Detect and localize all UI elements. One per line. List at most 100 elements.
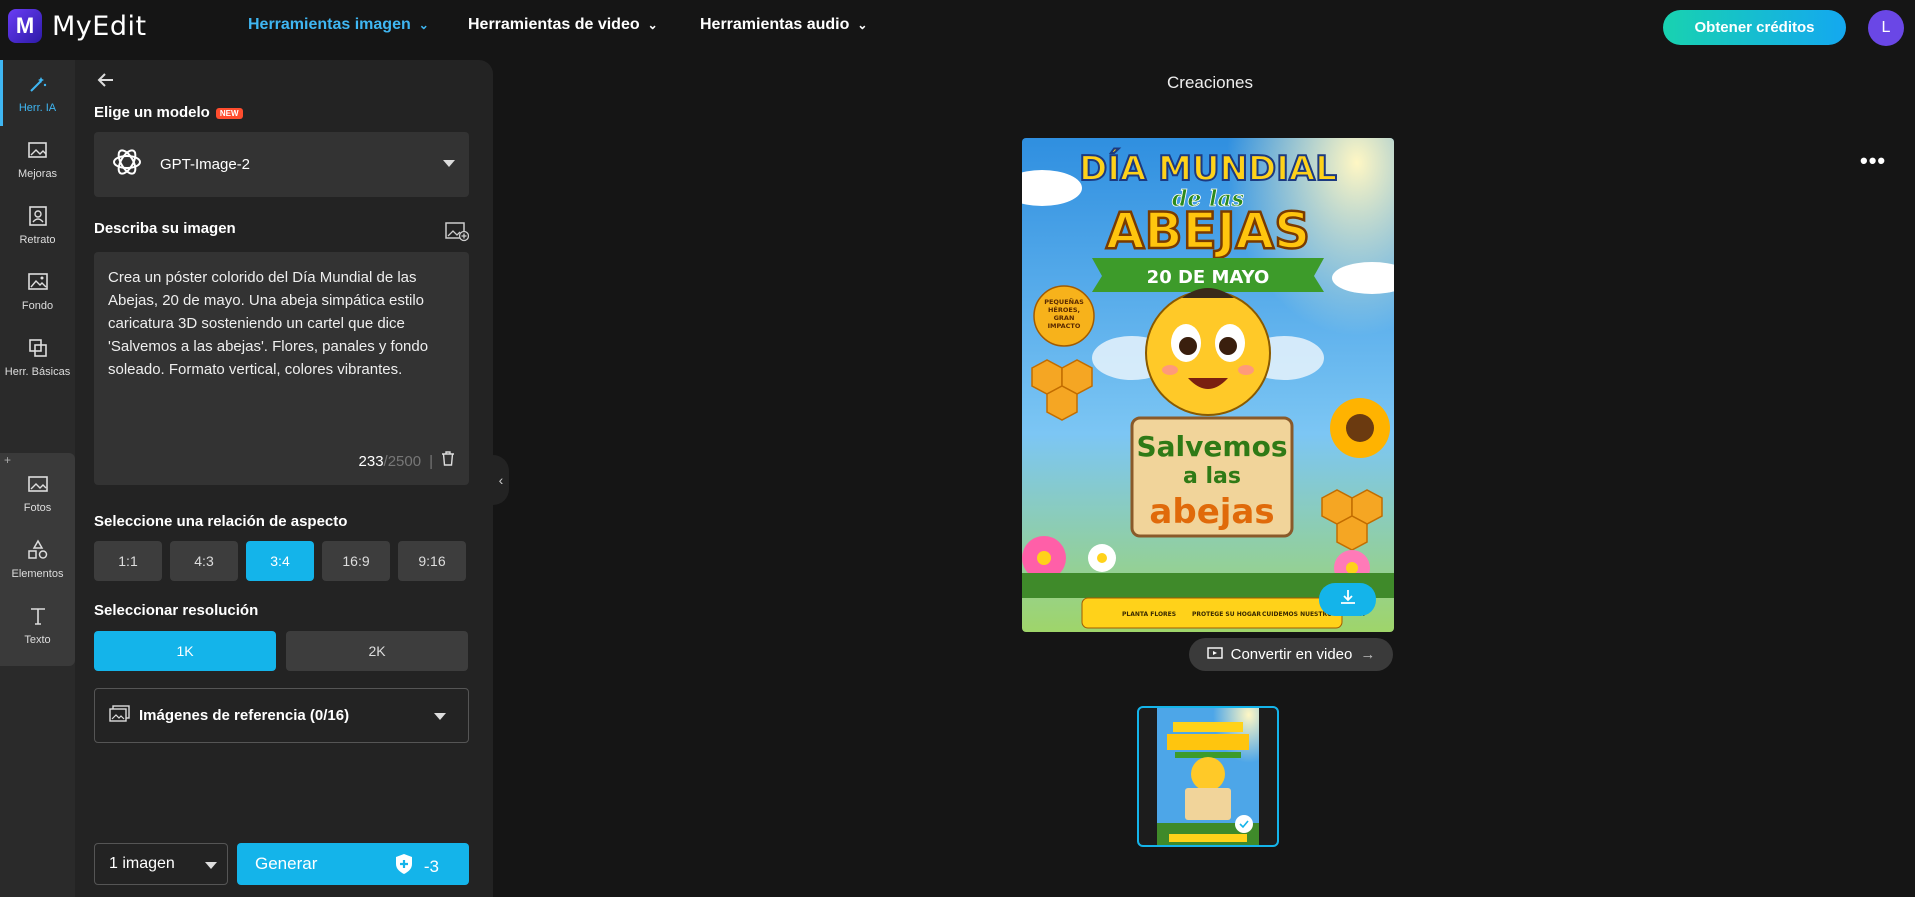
char-count: 233/2500 bbox=[358, 453, 422, 470]
rail-label: Elementos bbox=[11, 568, 64, 580]
poster-sign-line2: a las bbox=[1183, 464, 1241, 489]
credit-cost: -3 bbox=[394, 853, 439, 880]
video-icon bbox=[1206, 646, 1223, 664]
poster-sign-line1: Salvemos bbox=[1137, 430, 1288, 463]
back-arrow-icon[interactable] bbox=[96, 70, 116, 96]
caret-down-icon bbox=[205, 862, 217, 869]
photos-icon bbox=[26, 472, 50, 496]
ratio-4-3[interactable]: 4:3 bbox=[170, 541, 238, 581]
download-button[interactable] bbox=[1319, 583, 1376, 616]
rail-label: Retrato bbox=[19, 234, 56, 246]
chevron-down-icon: ⌄ bbox=[857, 18, 868, 32]
app-logo[interactable]: M MyEdit bbox=[8, 9, 147, 43]
poster-artwork: DÍA MUNDIAL de las ABEJAS 20 DE MAYO PEQ… bbox=[1022, 138, 1394, 632]
nav-label: Herramientas imagen bbox=[248, 16, 411, 33]
download-icon bbox=[1339, 588, 1357, 611]
rail-item-enhance[interactable]: Mejoras bbox=[0, 126, 75, 192]
chevron-down-icon: ⌄ bbox=[418, 18, 429, 32]
generate-button[interactable]: Generar -3 bbox=[237, 843, 469, 885]
poster-footer-2: PROTEGE SU HOGAR bbox=[1192, 611, 1261, 618]
arrow-right-icon: → bbox=[1360, 646, 1376, 663]
credit-cost-value: -3 bbox=[423, 856, 439, 876]
image-count-select[interactable]: 1 imagen bbox=[94, 843, 228, 885]
rail-item-basic-tools[interactable]: Herr. Básicas bbox=[0, 324, 75, 390]
ratio-3-4[interactable]: 3:4 bbox=[246, 541, 314, 581]
rail-item-background[interactable]: Fondo bbox=[0, 258, 75, 324]
thumbnail-image bbox=[1157, 708, 1259, 845]
rail-label: Fondo bbox=[21, 300, 54, 312]
poster-title-line3: ABEJAS bbox=[1106, 202, 1310, 260]
creations-title: Creaciones bbox=[1167, 73, 1253, 92]
logo-mark-icon: M bbox=[8, 9, 42, 43]
reference-images-label: Imágenes de referencia (0/16) bbox=[139, 707, 350, 724]
aspect-ratio-options: 1:1 4:3 3:4 16:9 9:16 bbox=[94, 541, 466, 581]
get-credits-button[interactable]: Obtener créditos bbox=[1663, 10, 1846, 45]
rail-label: Herr. IA bbox=[18, 102, 57, 114]
resolution-1k[interactable]: 1K bbox=[94, 631, 276, 671]
model-name: GPT-Image-2 bbox=[160, 156, 251, 173]
rail-label: Texto bbox=[24, 634, 51, 646]
add-image-icon[interactable] bbox=[445, 220, 470, 247]
poster-footer-1: PLANTA FLORES bbox=[1122, 611, 1176, 618]
rail-item-elements[interactable]: Elementos bbox=[0, 526, 75, 592]
openai-logo-icon bbox=[110, 145, 144, 184]
chevron-left-icon: ‹ bbox=[498, 472, 504, 488]
prompt-textarea[interactable]: Crea un póster colorido del Día Mundial … bbox=[94, 252, 469, 485]
counter-separator: | bbox=[429, 453, 433, 470]
caret-down-icon bbox=[443, 160, 455, 167]
collapse-panel-button[interactable]: ‹ bbox=[493, 455, 509, 505]
text-icon bbox=[26, 604, 50, 628]
rail-label: Herr. Básicas bbox=[4, 366, 71, 378]
new-badge: NEW bbox=[215, 107, 243, 119]
nav-label: Herramientas audio bbox=[700, 16, 850, 33]
app-name: MyEdit bbox=[52, 10, 147, 42]
generated-poster-image: DÍA MUNDIAL de las ABEJAS 20 DE MAYO PEQ… bbox=[1022, 138, 1394, 632]
trash-icon[interactable] bbox=[441, 450, 455, 473]
more-options-icon[interactable]: ••• bbox=[1860, 148, 1886, 174]
portrait-icon bbox=[26, 204, 50, 228]
images-icon bbox=[109, 704, 131, 727]
shapes-icon bbox=[26, 538, 50, 562]
model-label-text: Elige un modelo bbox=[94, 104, 210, 121]
poster-badge: PEQUEÑAS HÉROES, GRAN IMPACTO bbox=[1044, 298, 1084, 330]
poster-date: 20 DE MAYO bbox=[1147, 267, 1270, 288]
resolution-options: 1K 2K bbox=[94, 631, 468, 671]
ratio-9-16[interactable]: 9:16 bbox=[398, 541, 466, 581]
prompt-text: Crea un póster colorido del Día Mundial … bbox=[108, 269, 429, 378]
prompt-label: Describa su imagen bbox=[94, 220, 236, 237]
resolution-label: Seleccionar resolución bbox=[94, 602, 259, 619]
rail-item-ai-tools[interactable]: Herr. IA bbox=[0, 60, 75, 126]
crop-icon bbox=[26, 336, 50, 360]
reference-images-dropdown[interactable]: Imágenes de referencia (0/16) bbox=[94, 688, 469, 743]
ratio-1-1[interactable]: 1:1 bbox=[94, 541, 162, 581]
nav-audio-tools[interactable]: Herramientas audio ⌄ bbox=[700, 16, 867, 34]
convert-to-video-button[interactable]: Convertir en video → bbox=[1189, 638, 1393, 671]
nav-image-tools[interactable]: Herramientas imagen ⌄ bbox=[248, 16, 429, 34]
poster-title-line1: DÍA MUNDIAL bbox=[1079, 148, 1337, 189]
rail-item-photos[interactable]: Fotos bbox=[0, 460, 75, 526]
rail-label: Mejoras bbox=[17, 168, 58, 180]
rail-item-portrait[interactable]: Retrato bbox=[0, 192, 75, 258]
credit-shield-icon bbox=[394, 853, 414, 880]
nav-label: Herramientas de video bbox=[468, 16, 640, 33]
nav-video-tools[interactable]: Herramientas de video ⌄ bbox=[468, 16, 658, 34]
ratio-16-9[interactable]: 16:9 bbox=[322, 541, 390, 581]
aspect-ratio-label: Seleccione una relación de aspecto bbox=[94, 513, 348, 530]
creation-thumbnail[interactable] bbox=[1137, 706, 1279, 847]
caret-down-icon bbox=[434, 713, 446, 720]
top-bar: M MyEdit Herramientas imagen ⌄ Herramien… bbox=[0, 0, 1915, 54]
resolution-2k[interactable]: 2K bbox=[286, 631, 468, 671]
char-counter: 233/2500 | bbox=[359, 450, 455, 473]
rail-label: Fotos bbox=[23, 502, 52, 514]
rail-item-text[interactable]: Texto bbox=[0, 592, 75, 658]
generate-label: Generar bbox=[255, 854, 318, 873]
tool-rail: + Herr. IA Mejoras Retrato Fondo Herr. B… bbox=[0, 60, 75, 897]
magic-wand-icon bbox=[26, 72, 50, 96]
avatar[interactable]: L bbox=[1868, 10, 1904, 46]
model-select[interactable]: GPT-Image-2 bbox=[94, 132, 469, 197]
image-count-value: 1 imagen bbox=[109, 855, 175, 872]
model-section-label: Elige un modelo NEW bbox=[94, 104, 243, 121]
background-icon bbox=[26, 270, 50, 294]
image-enhance-icon bbox=[26, 138, 50, 162]
chevron-down-icon: ⌄ bbox=[647, 18, 658, 32]
